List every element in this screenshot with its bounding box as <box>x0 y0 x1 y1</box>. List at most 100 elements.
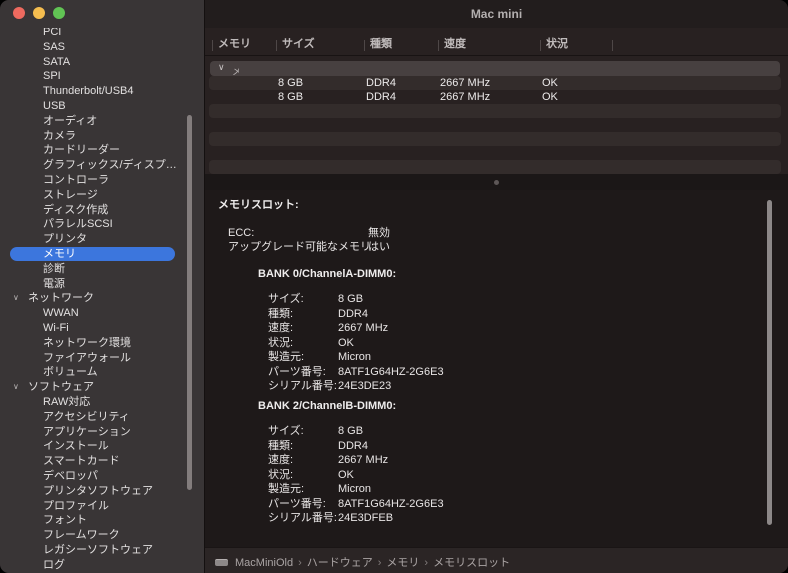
memory-table-row[interactable]: 8 GBDDR42667 MHzOK <box>209 76 781 90</box>
detail-label: サイズ: <box>258 424 338 439</box>
bank-title: BANK 2/ChannelB-DIMM0: <box>258 400 444 412</box>
column-divider[interactable] <box>540 40 541 51</box>
sidebar-item-RAW対応[interactable]: RAW対応 <box>0 395 204 410</box>
sidebar-item-フレームワーク[interactable]: フレームワーク <box>0 528 204 543</box>
column-divider[interactable] <box>612 40 613 51</box>
sidebar-item-カメラ[interactable]: カメラ <box>0 129 204 144</box>
sidebar-item-label: スマートカード <box>43 454 120 469</box>
sidebar-item-label: アプリケーション <box>43 425 131 440</box>
sidebar-item-label: コントローラ <box>43 173 109 188</box>
sidebar-item-アクセシビリティ[interactable]: アクセシビリティ <box>0 410 204 425</box>
cell-status: OK <box>542 77 558 89</box>
memory-table-row[interactable]: 8 GBDDR42667 MHzOK <box>205 90 788 104</box>
sidebar-item-プロファイル[interactable]: プロファイル <box>0 499 204 514</box>
sidebar-item-PCI[interactable]: PCI <box>0 28 204 40</box>
sidebar-item-Thunderbolt/USB4[interactable]: Thunderbolt/USB4 <box>0 84 204 99</box>
cell-size: 8 GB <box>278 77 303 89</box>
sidebar-item-コントローラ[interactable]: コントローラ <box>0 173 204 188</box>
sidebar-item-ネットワーク環境[interactable]: ネットワーク環境 <box>0 336 204 351</box>
sidebar-item-インストール[interactable]: インストール <box>0 439 204 454</box>
sidebar-item-SAS[interactable]: SAS <box>0 40 204 55</box>
breadcrumb-separator: › <box>424 557 428 569</box>
sidebar-item-ログ[interactable]: ログ <box>0 558 204 573</box>
memory-slots-group-row[interactable]: ∨ メモリスロット <box>210 61 780 76</box>
empty-table-row[interactable] <box>209 132 781 146</box>
bank-detail-row: 速度:2667 MHz <box>258 321 444 336</box>
empty-table-row[interactable] <box>209 160 781 174</box>
sidebar-item-カードリーダー[interactable]: カードリーダー <box>0 143 204 158</box>
sidebar-item-メモリ[interactable]: メモリ <box>0 247 204 262</box>
chevron-down-icon[interactable]: ∨ <box>13 291 19 306</box>
bank-section: BANK 0/ChannelA-DIMM0:サイズ:8 GB種類:DDR4速度:… <box>258 268 444 394</box>
cell-type: DDR4 <box>366 91 396 103</box>
column-divider[interactable] <box>212 40 213 51</box>
sidebar-item-label: 電源 <box>43 277 65 292</box>
sidebar-item-SATA[interactable]: SATA <box>0 55 204 70</box>
sidebar-item-label: メモリ <box>43 247 76 262</box>
sidebar-item-ボリューム[interactable]: ボリューム <box>0 365 204 380</box>
detail-scrollbar[interactable] <box>767 200 772 525</box>
sidebar-item-WWAN[interactable]: WWAN <box>0 306 204 321</box>
column-header-size[interactable]: サイズ <box>282 35 315 51</box>
titlebar-sidebar-section <box>0 0 205 29</box>
sidebar-item-label: フレームワーク <box>43 528 120 543</box>
titlebar[interactable]: Mac mini <box>205 0 788 28</box>
close-button[interactable] <box>13 7 25 19</box>
sidebar-item-label: レガシーソフトウェア <box>43 543 153 558</box>
zoom-button[interactable] <box>53 7 65 19</box>
window-title: Mac mini <box>205 7 788 21</box>
sidebar-item-ファイアウォール[interactable]: ファイアウォール <box>0 351 204 366</box>
empty-table-row[interactable] <box>205 118 788 132</box>
detail-label: パーツ番号: <box>258 497 338 512</box>
sidebar-item-ネットワーク[interactable]: ∨ネットワーク <box>0 291 204 306</box>
minimize-button[interactable] <box>33 7 45 19</box>
column-header-status[interactable]: 状況 <box>546 35 568 51</box>
sidebar-item-スマートカード[interactable]: スマートカード <box>0 454 204 469</box>
sidebar-item-電源[interactable]: 電源 <box>0 277 204 292</box>
column-divider[interactable] <box>364 40 365 51</box>
column-header-speed[interactable]: 速度 <box>444 35 466 51</box>
detail-value: 8 GB <box>338 293 363 305</box>
sidebar-item-ソフトウェア[interactable]: ∨ソフトウェア <box>0 380 204 395</box>
sidebar-item-プリンタソフトウェア[interactable]: プリンタソフトウェア <box>0 484 204 499</box>
bank-detail-row: パーツ番号:8ATF1G64HZ-2G6E3 <box>258 365 444 380</box>
sidebar-item-label: USB <box>43 99 66 114</box>
sidebar-item-label: SPI <box>43 69 61 84</box>
empty-table-row[interactable] <box>209 104 781 118</box>
pane-splitter[interactable] <box>205 174 788 190</box>
sidebar-item-プリンタ[interactable]: プリンタ <box>0 232 204 247</box>
detail-value: OK <box>338 469 354 481</box>
cell-speed: 2667 MHz <box>440 77 490 89</box>
detail-label: シリアル番号: <box>258 511 338 526</box>
sidebar-item-グラフィックス/ディスプ…[interactable]: グラフィックス/ディスプ… <box>0 158 204 173</box>
sidebar-scrollbar[interactable] <box>187 115 192 490</box>
sidebar-item-USB[interactable]: USB <box>0 99 204 114</box>
detail-pane: メモリスロット: ECC:無効アップグレード可能なメモリ:はい BANK 0/C… <box>205 190 788 547</box>
detail-summary-row: ECC:無効 <box>228 226 390 240</box>
breadcrumb-item: ハードウェア <box>307 557 373 569</box>
sidebar-item-label: Thunderbolt/USB4 <box>43 84 134 99</box>
sidebar-item-レガシーソフトウェア[interactable]: レガシーソフトウェア <box>0 543 204 558</box>
detail-value: DDR4 <box>338 440 368 452</box>
chevron-down-icon[interactable]: ∨ <box>218 62 225 73</box>
sidebar-item-ストレージ[interactable]: ストレージ <box>0 188 204 203</box>
sidebar-item-SPI[interactable]: SPI <box>0 69 204 84</box>
sidebar-item-label: ネットワーク環境 <box>43 336 131 351</box>
detail-summary: ECC:無効アップグレード可能なメモリ:はい <box>228 226 390 254</box>
chevron-down-icon[interactable]: ∨ <box>13 380 19 395</box>
sidebar-item-Wi-Fi[interactable]: Wi-Fi <box>0 321 204 336</box>
column-header-memory[interactable]: メモリ <box>218 35 251 51</box>
column-header-type[interactable]: 種類 <box>370 35 392 51</box>
sidebar-item-フォント[interactable]: フォント <box>0 513 204 528</box>
sidebar-item-オーディオ[interactable]: オーディオ <box>0 114 204 129</box>
sidebar-item-診断[interactable]: 診断 <box>0 262 204 277</box>
column-divider[interactable] <box>276 40 277 51</box>
empty-table-row[interactable] <box>205 146 788 160</box>
column-divider[interactable] <box>438 40 439 51</box>
splitter-grip-icon[interactable] <box>494 180 499 185</box>
sidebar-item-デベロッパ[interactable]: デベロッパ <box>0 469 204 484</box>
sidebar-item-アプリケーション[interactable]: アプリケーション <box>0 425 204 440</box>
sidebar-item-パラレルSCSI[interactable]: パラレルSCSI <box>0 217 204 232</box>
detail-value: 無効 <box>368 227 390 239</box>
sidebar-item-ディスク作成[interactable]: ディスク作成 <box>0 203 204 218</box>
